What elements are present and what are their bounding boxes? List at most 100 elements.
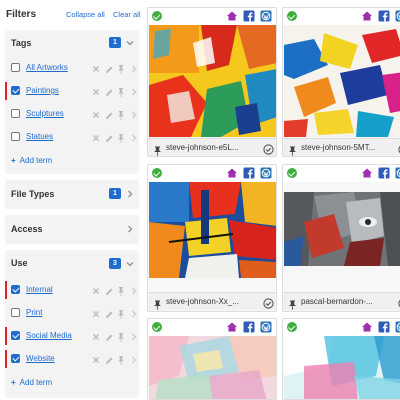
clear-all-link[interactable]: Clear all — [113, 10, 141, 19]
use-item-internal[interactable]: Internal — [5, 281, 139, 299]
pin-icon[interactable] — [116, 108, 126, 120]
tag-checkbox[interactable] — [11, 132, 20, 141]
pin-icon[interactable] — [153, 143, 162, 156]
check-circle-icon[interactable] — [263, 142, 274, 155]
tag-icon[interactable] — [361, 321, 373, 333]
media-thumbnail[interactable] — [149, 182, 276, 278]
edit-icon[interactable] — [104, 131, 114, 143]
edit-icon[interactable] — [104, 284, 114, 296]
chevron-right-icon[interactable] — [129, 330, 139, 342]
chevron-right-icon[interactable] — [129, 353, 139, 365]
use-item-social-media[interactable]: Social Media — [5, 327, 139, 345]
use-item-print[interactable]: Print — [5, 304, 139, 322]
edit-icon[interactable] — [104, 108, 114, 120]
tag-item-statues[interactable]: Statues — [5, 128, 139, 146]
wordpress-icon[interactable] — [260, 167, 272, 179]
tag-item-paintings[interactable]: Paintings — [5, 82, 139, 100]
check-circle-icon[interactable] — [263, 296, 274, 309]
pin-icon[interactable] — [288, 297, 297, 310]
use-item-website[interactable]: Website — [5, 350, 139, 368]
use-checkbox[interactable] — [11, 354, 20, 363]
use-label[interactable]: Print — [26, 308, 42, 317]
chevron-right-icon[interactable] — [129, 62, 139, 74]
chevron-right-icon[interactable] — [129, 307, 139, 319]
use-checkbox[interactable] — [11, 308, 20, 317]
edit-icon[interactable] — [104, 330, 114, 342]
tag-icon[interactable] — [226, 167, 238, 179]
wordpress-icon[interactable] — [260, 321, 272, 333]
tag-icon[interactable] — [361, 167, 373, 179]
wordpress-icon[interactable] — [260, 10, 272, 22]
tag-checkbox[interactable] — [11, 63, 20, 72]
chevron-right-icon[interactable] — [125, 189, 135, 199]
file-types-panel[interactable]: File Types 1 — [5, 180, 139, 209]
chevron-right-icon[interactable] — [129, 85, 139, 97]
wordpress-icon[interactable] — [395, 167, 400, 179]
use-checkbox[interactable] — [11, 285, 20, 294]
wordpress-icon[interactable] — [395, 321, 400, 333]
chevron-right-icon[interactable] — [129, 108, 139, 120]
close-icon[interactable] — [91, 108, 101, 120]
pin-icon[interactable] — [153, 297, 162, 310]
facebook-icon[interactable] — [243, 321, 255, 333]
access-panel[interactable]: Access — [5, 215, 139, 244]
facebook-icon[interactable] — [378, 167, 390, 179]
media-thumbnail[interactable] — [284, 192, 400, 266]
pin-icon[interactable] — [116, 330, 126, 342]
wordpress-icon[interactable] — [395, 10, 400, 22]
chevron-down-icon[interactable] — [125, 259, 135, 269]
pin-icon[interactable] — [116, 62, 126, 74]
chevron-right-icon[interactable] — [125, 224, 135, 234]
tags-add-term-button[interactable]: + Add term — [11, 156, 52, 165]
use-checkbox[interactable] — [11, 331, 20, 340]
pin-icon[interactable] — [116, 353, 126, 365]
tag-item-sculptures[interactable]: Sculptures — [5, 105, 139, 123]
pin-icon[interactable] — [116, 284, 126, 296]
chevron-down-icon[interactable] — [125, 38, 135, 48]
close-icon[interactable] — [91, 353, 101, 365]
pin-icon[interactable] — [116, 307, 126, 319]
tag-label[interactable]: Paintings — [26, 86, 59, 95]
tag-icon[interactable] — [361, 10, 373, 22]
pin-icon[interactable] — [116, 85, 126, 97]
edit-icon[interactable] — [104, 62, 114, 74]
tag-item-all-artworks[interactable]: All Artworks — [5, 59, 139, 77]
close-icon[interactable] — [91, 131, 101, 143]
media-thumbnail[interactable] — [284, 25, 400, 137]
close-icon[interactable] — [91, 307, 101, 319]
facebook-icon[interactable] — [243, 10, 255, 22]
use-label[interactable]: Internal — [26, 285, 53, 294]
edit-icon[interactable] — [104, 353, 114, 365]
edit-icon[interactable] — [104, 85, 114, 97]
media-card[interactable] — [282, 318, 400, 400]
chevron-right-icon[interactable] — [129, 131, 139, 143]
media-card[interactable]: steve-johnson-e5L... — [147, 7, 277, 157]
pin-icon[interactable] — [116, 131, 126, 143]
media-card[interactable]: steve-johnson-Xx_... — [147, 164, 277, 312]
facebook-icon[interactable] — [243, 167, 255, 179]
tag-icon[interactable] — [226, 10, 238, 22]
media-thumbnail[interactable] — [149, 336, 276, 399]
media-card[interactable]: steve-johnson-5MT... — [282, 7, 400, 157]
facebook-icon[interactable] — [378, 321, 390, 333]
edit-icon[interactable] — [104, 307, 114, 319]
facebook-icon[interactable] — [378, 10, 390, 22]
use-add-term-button[interactable]: + Add term — [11, 378, 52, 387]
chevron-right-icon[interactable] — [129, 284, 139, 296]
tag-label[interactable]: Sculptures — [26, 109, 64, 118]
close-icon[interactable] — [91, 330, 101, 342]
media-card[interactable]: pascal-bernardon-... — [282, 164, 400, 312]
use-label[interactable]: Social Media — [26, 331, 72, 340]
collapse-all-link[interactable]: Collapse all — [66, 10, 105, 19]
tag-checkbox[interactable] — [11, 86, 20, 95]
tag-icon[interactable] — [226, 321, 238, 333]
close-icon[interactable] — [91, 284, 101, 296]
media-card[interactable] — [147, 318, 277, 400]
media-thumbnail[interactable] — [149, 25, 276, 137]
pin-icon[interactable] — [288, 143, 297, 156]
tag-label[interactable]: All Artworks — [26, 63, 68, 72]
use-label[interactable]: Website — [26, 354, 55, 363]
tag-label[interactable]: Statues — [26, 132, 53, 141]
media-thumbnail[interactable] — [284, 336, 400, 399]
tag-checkbox[interactable] — [11, 109, 20, 118]
